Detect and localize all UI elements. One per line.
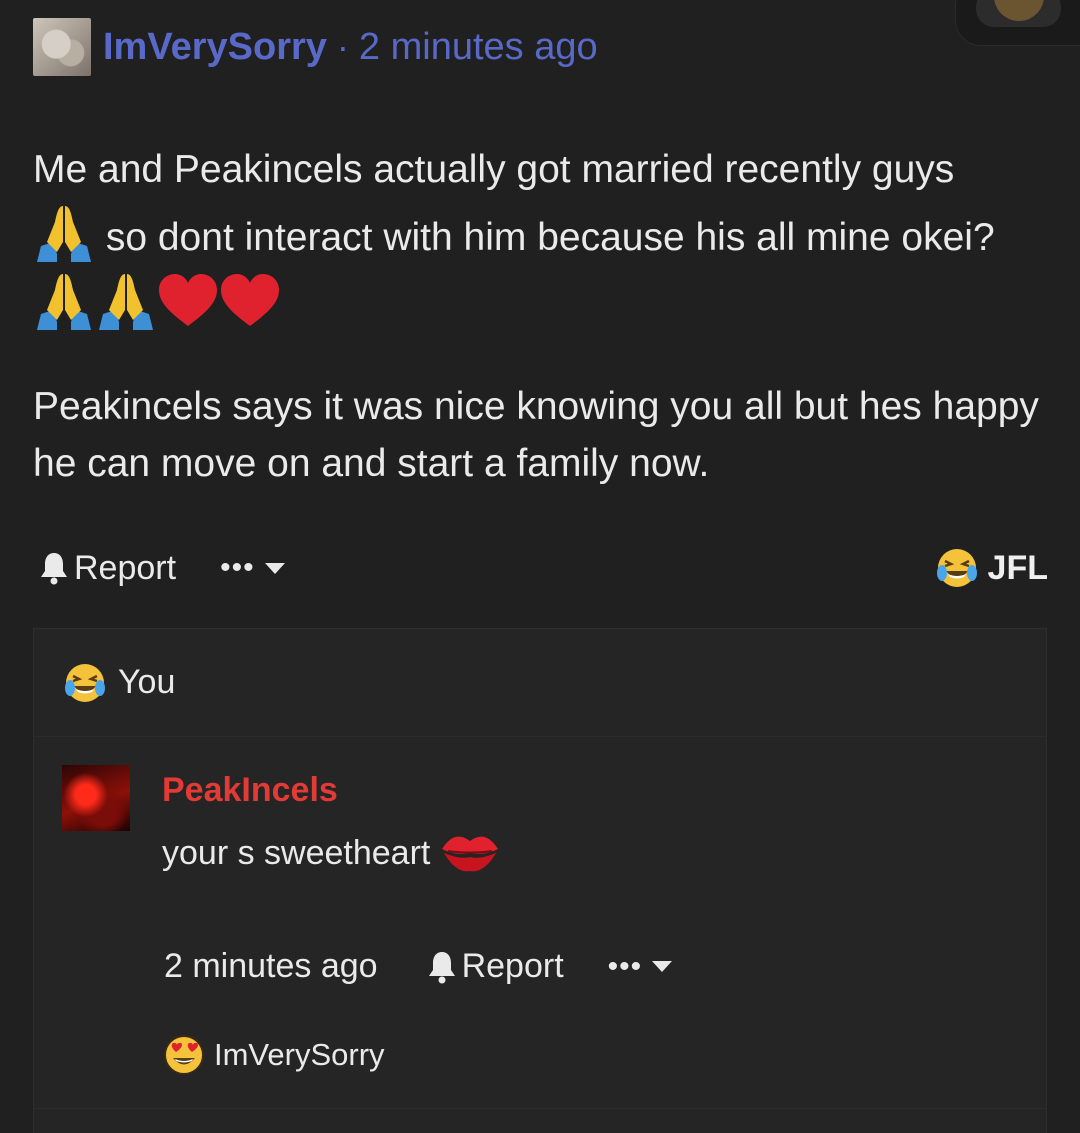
reply-timestamp[interactable]: 2 minutes ago: [164, 947, 378, 986]
report-label: Report: [74, 548, 177, 587]
post-line-1: Me and Peakincels actually got married r…: [33, 148, 955, 191]
more-options-button[interactable]: •••: [220, 551, 285, 585]
post-line-2: so dont interact with him because his al…: [33, 202, 1063, 270]
reply-text-content: your s sweetheart: [162, 833, 431, 872]
reactor-row: You: [34, 629, 1046, 737]
reply-meta: 2 minutes ago Report •••: [164, 947, 673, 986]
avatar[interactable]: [33, 18, 91, 76]
thread-page: ImVerySorry · 2 minutes ago Me and Peaki…: [0, 0, 1080, 1133]
reply-reactor: ImVerySorry: [162, 1033, 385, 1077]
post-header: ImVerySorry · 2 minutes ago: [33, 18, 598, 76]
reply-more-options-button[interactable]: •••: [608, 950, 673, 984]
reply-avatar[interactable]: [62, 765, 130, 831]
bell-icon: [41, 553, 67, 585]
laughing-tears-icon: [936, 549, 977, 587]
post-username[interactable]: ImVerySorry: [103, 26, 327, 69]
kiss-lips-icon: [442, 836, 499, 872]
reactor-name[interactable]: You: [118, 663, 175, 702]
reply-username[interactable]: PeakIncels: [162, 771, 338, 810]
post-body: Me and Peakincels actually got married r…: [33, 138, 1063, 492]
red-heart-icon: [219, 270, 281, 332]
heart-eyes-icon: [164, 1035, 204, 1075]
reply-text: your s sweetheart: [162, 827, 502, 879]
red-heart-icon: [157, 270, 219, 332]
chevron-down-icon: [264, 562, 285, 574]
more-dots-icon: •••: [220, 551, 255, 584]
folded-hands-icon: [95, 270, 157, 332]
reaction-badge[interactable]: JFL: [936, 547, 1048, 589]
reply-reactor-name[interactable]: ImVerySorry: [214, 1037, 385, 1073]
reply-report-label: Report: [461, 947, 564, 985]
reply: PeakIncels your s sweetheart 2 minutes a…: [34, 737, 1046, 1109]
header-separator: ·: [336, 26, 349, 67]
post-timestamp[interactable]: 2 minutes ago: [359, 26, 598, 69]
more-dots-icon: •••: [607, 949, 643, 983]
chevron-down-icon: [652, 961, 673, 972]
report-button[interactable]: Report: [38, 549, 176, 588]
post-emoji-line: [33, 270, 1063, 338]
bell-icon: [428, 951, 455, 983]
folded-hands-icon: [33, 270, 95, 332]
laughing-tears-icon: [65, 663, 105, 702]
reply-report-button[interactable]: Report: [426, 947, 564, 986]
corner-avatar-icon[interactable]: [976, 0, 1061, 27]
folded-hands-icon: [33, 202, 95, 264]
post-line-2-text: so dont interact with him because his al…: [105, 216, 995, 259]
post-actions: Report ••• JFL: [38, 542, 1048, 594]
comment-box: You PeakIncels your s sweetheart 2 minut…: [33, 628, 1047, 1133]
post-paragraph-2: Peakincels says it was nice knowing you …: [33, 385, 1039, 485]
reaction-label: JFL: [987, 548, 1048, 587]
corner-widget[interactable]: [955, 0, 1080, 46]
